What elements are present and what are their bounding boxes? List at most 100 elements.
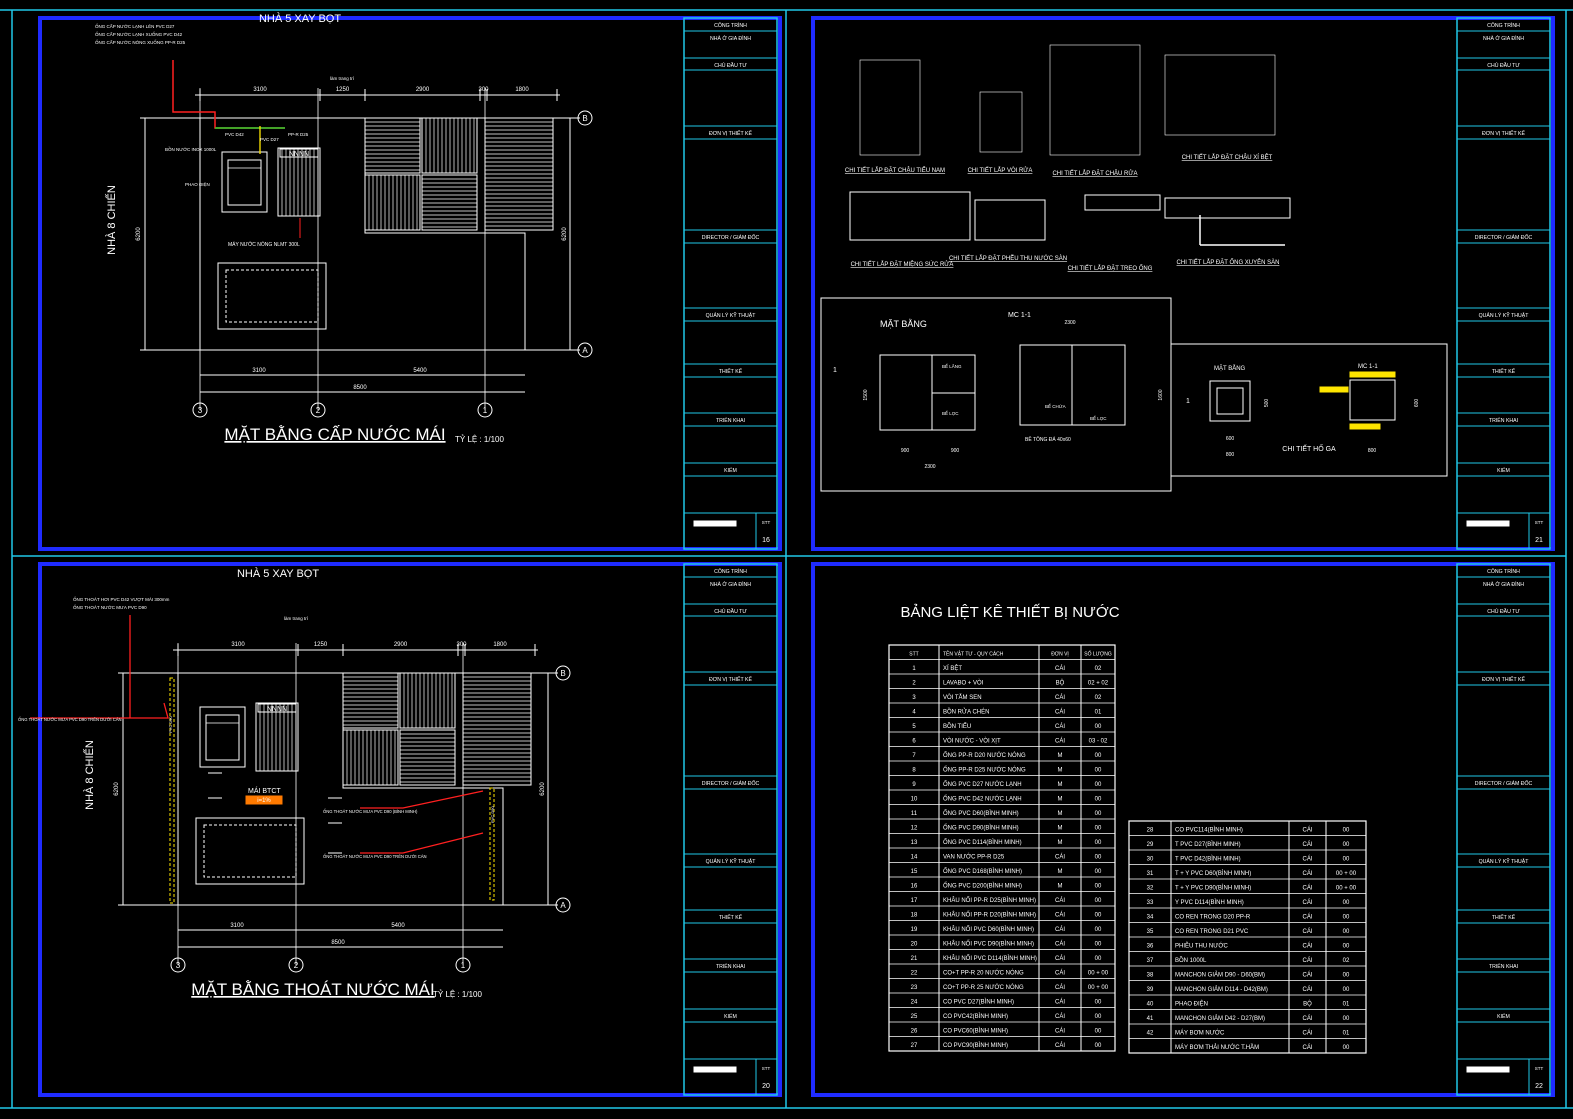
table-cell: 00 xyxy=(1343,900,1350,906)
pit-plan-inner xyxy=(1216,387,1244,415)
table-cell: 00 xyxy=(1343,857,1350,863)
table-cell: CÁI xyxy=(1302,943,1312,950)
drawing-scale: TỶ LỆ : 1/100 xyxy=(455,435,504,444)
title-block-label: DIRECTOR / GIÁM ĐỐC xyxy=(702,780,760,787)
dimension-value: 5400 xyxy=(413,368,427,374)
table-cell: 15 xyxy=(911,869,918,875)
septic-tank-panel xyxy=(820,297,1172,492)
dimension-value: 3100 xyxy=(252,368,266,374)
table-cell: CÁI xyxy=(1055,1028,1065,1035)
table-cell: 28 xyxy=(1147,828,1154,834)
row-letter: A xyxy=(560,901,566,910)
cad-drawing-canvas: CÔNG TRÌNH NHÀ Ở GIA ĐÌNH CHỦ ĐẦU TƯ ĐƠN VỊ… xyxy=(0,9,1573,1109)
table-cell: 11 xyxy=(911,811,918,817)
solar-heater-sign-text: NNNN xyxy=(289,151,309,158)
title-block-logo-bar xyxy=(1466,520,1510,527)
title-block-label: CÔNG TRÌNH xyxy=(1487,568,1520,575)
sleeve-detail-sketch xyxy=(1164,197,1291,219)
detail-title: CHI TIẾT LẮP ĐẶT PHỄU THU NƯỚC SÀN xyxy=(949,254,1067,262)
table-cell: 02 xyxy=(1343,958,1350,964)
building-label: NHÀ 5 XAY BỌT xyxy=(237,567,319,580)
table-cell: MÁY BƠM NƯỚC xyxy=(1175,1030,1225,1037)
table-cell: 00 xyxy=(1095,811,1102,817)
table-cell: KHÂU NỐI PVC D90(BÌNH MINH) xyxy=(943,941,1034,948)
table-cell: KHÂU NỐI PP-R D20(BÌNH MINH) xyxy=(943,912,1036,919)
gutter-right xyxy=(489,787,495,901)
roof-outline xyxy=(177,673,504,906)
table-cell: 5 xyxy=(912,724,916,730)
sheet-number: 20 xyxy=(762,1083,770,1090)
table-cell: CÁI xyxy=(1302,899,1312,906)
table-cell: 00 xyxy=(1343,1045,1350,1051)
title-block-logo-bar xyxy=(1466,1066,1510,1073)
table-cell: CÁI xyxy=(1055,897,1065,904)
table-cell: CO PVC90(BÌNH MINH) xyxy=(943,1042,1008,1049)
roof-panel-hatch xyxy=(462,672,532,786)
table-cell: CO REN TRONG D20 PP-R xyxy=(1175,915,1251,921)
water-tank-inner xyxy=(205,714,240,761)
table-header-cell: SỐ LƯỢNG xyxy=(1084,651,1112,658)
table-cell: ỐNG PVC D90(BÌNH MINH) xyxy=(943,825,1019,832)
table-cell: CÁI xyxy=(1055,694,1065,701)
roof-water-supply-plan: NHÀ 5 XAY BỌT NHÀ 8 CHIẾN ỐNG CẤP NƯỚC LẠN… xyxy=(95,12,593,444)
table-cell: 38 xyxy=(1147,973,1154,979)
sheet-stt-label: STT xyxy=(762,520,771,525)
table-cell: 26 xyxy=(911,1029,918,1035)
title-block-label: THIẾT KẾ xyxy=(719,914,743,921)
dimension-value: 6200 xyxy=(114,782,120,796)
table-cell: CÁI xyxy=(1302,1030,1312,1037)
drawing-scale: TỶ LỆ : 1/100 xyxy=(433,990,482,999)
table-cell: 7 xyxy=(912,753,916,759)
table-cell: CÁI xyxy=(1302,870,1312,877)
table-cell: MANCHON GIẢM D114 - D42(BM) xyxy=(1175,986,1268,993)
tank-dim: 900 xyxy=(901,448,910,454)
callout-float-switch: PHAO ĐIỆN xyxy=(185,180,210,187)
table-cell: ỐNG PVC D200(BÌNH MINH) xyxy=(943,883,1022,890)
tank-label: BỂ LỌC xyxy=(1090,415,1107,421)
title-block-label: CÔNG TRÌNH xyxy=(714,568,747,575)
table-cell: 17 xyxy=(911,898,918,904)
table-cell: PHAO ĐIỆN xyxy=(1175,1000,1208,1008)
detail-title: CHI TIẾT LẮP ĐẶT CHẬU TIỂU NAM xyxy=(845,166,945,174)
title-block-label: TRIỂN KHAI xyxy=(1489,417,1518,424)
pipe-label-right: PVC D90 xyxy=(490,806,495,823)
detail-title: CHI TIẾT LẮP ĐẶT ỐNG XUYÊN SÀN xyxy=(1177,258,1280,266)
table-header-cell: TÊN VẬT TƯ - QUY CÁCH xyxy=(943,650,1004,658)
title-block-label: DIRECTOR / GIÁM ĐỐC xyxy=(702,234,760,241)
roof-panel-hatch xyxy=(399,672,456,729)
table-cell: 00 xyxy=(1095,768,1102,774)
title-block-label: QUẢN LÝ KỸ THUẬT xyxy=(1479,312,1530,319)
table-header-cell: STT xyxy=(909,652,918,658)
pit-pipe-out xyxy=(1349,423,1381,430)
tank-dim: 1500 xyxy=(863,389,869,400)
title-block-label: QUẢN LÝ KỸ THUẬT xyxy=(706,312,757,319)
table-cell: KHÂU NỐI PP-R D25(BÌNH MINH) xyxy=(943,897,1036,904)
table-cell: CÁI xyxy=(1055,1042,1065,1049)
table-cell: CÁI xyxy=(1302,1044,1312,1051)
axis-number: 3 xyxy=(176,961,181,970)
roof-slab-label: MÁI BTCT xyxy=(248,786,281,795)
table-cell: 00 xyxy=(1343,842,1350,848)
title-block-2: CÔNG TRÌNH NHÀ Ở GIA ĐÌNH CHỦ ĐẦU TƯ ĐƠN VỊ… xyxy=(1456,17,1551,550)
axis-number: 2 xyxy=(316,406,321,415)
table-cell: BỒN TIỂU xyxy=(943,723,971,730)
table-cell: 00 xyxy=(1095,1043,1102,1049)
dimension-value: 6200 xyxy=(540,782,546,796)
table-cell: 2 xyxy=(912,681,916,687)
pit-pipe-in xyxy=(1319,386,1349,393)
axis-number: 1 xyxy=(483,406,488,415)
table-cell: CÁI xyxy=(1055,955,1065,962)
table-cell: 31 xyxy=(1147,871,1154,877)
dimension-value: 2900 xyxy=(416,87,430,93)
table-cell: CÁI xyxy=(1055,999,1065,1006)
table-cell: 20 xyxy=(911,942,918,948)
table-cell: 00 xyxy=(1343,944,1350,950)
dimension-value: 6200 xyxy=(562,227,568,241)
table-cell: ỐNG PP-R D20 NƯỚC NÓNG xyxy=(943,752,1026,759)
side-building-label: NHÀ 8 CHIẾN xyxy=(83,740,96,810)
pit-plan-label: MẶT BẰNG xyxy=(1214,364,1246,372)
table-cell: M xyxy=(1058,797,1063,803)
pit-dim: 600 xyxy=(1414,399,1420,408)
callout-downpipe-left: ỐNG THOÁT NƯỚC MƯA PVC D90 TRÊN DƯỚI CÁN xyxy=(18,717,122,722)
manhole-panel xyxy=(1170,343,1448,477)
